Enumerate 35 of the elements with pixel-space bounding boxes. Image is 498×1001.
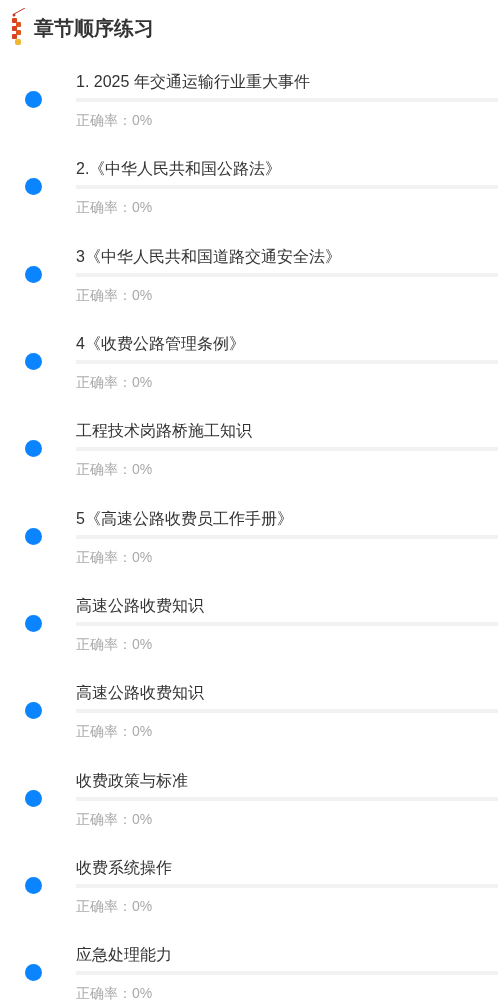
accuracy-text: 正确率：0% — [76, 547, 154, 567]
page-title: 章节顺序练习 — [34, 15, 154, 41]
chapter-title[interactable]: 1. 2025 年交通运输行业重大事件 — [76, 69, 498, 96]
accuracy-text: 正确率：0% — [76, 198, 154, 218]
status-dot — [24, 265, 42, 283]
status-dot — [24, 614, 42, 632]
status-dot — [24, 353, 42, 371]
chapter-title[interactable]: 4《收费公路管理条例》 — [76, 331, 498, 358]
accuracy-text: 正确率：0% — [76, 634, 154, 654]
status-dot — [24, 91, 42, 109]
chapter-title[interactable]: 工程技术岗路桥施工知识 — [76, 418, 498, 445]
accuracy-text: 正确率：0% — [76, 722, 154, 742]
chapter-title[interactable]: 高速公路收费知识 — [76, 680, 498, 707]
status-dot — [24, 178, 42, 196]
chapter-title[interactable]: 收费政策与标准 — [76, 767, 498, 794]
status-dot — [24, 789, 42, 807]
chapter-title[interactable]: 高速公路收费知识 — [76, 592, 498, 619]
accuracy-text: 正确率：0% — [76, 460, 154, 480]
accuracy-text: 正确率：0% — [76, 984, 154, 1001]
status-dot — [24, 702, 42, 720]
chapter-title[interactable]: 5《高速公路收费员工作手册》 — [76, 505, 498, 532]
chapter-title[interactable]: 3《中华人民共和国道路交通安全法》 — [76, 243, 498, 270]
accuracy-text: 正确率：0% — [76, 111, 154, 131]
accuracy-text: 正确率：0% — [76, 896, 154, 916]
chapter-title[interactable]: 2.《中华人民共和国公路法》 — [76, 156, 498, 183]
status-dot — [24, 876, 42, 894]
chapter-title[interactable]: 收费系统操作 — [76, 854, 498, 881]
chapter-title[interactable]: 应急处理能力 — [76, 942, 498, 969]
status-dot — [24, 527, 42, 545]
status-dot — [24, 440, 42, 458]
status-dot — [24, 964, 42, 982]
accuracy-text: 正确率：0% — [76, 285, 154, 305]
firecracker-icon — [10, 8, 26, 48]
accuracy-text: 正确率：0% — [76, 373, 154, 393]
accuracy-text: 正确率：0% — [76, 809, 154, 829]
